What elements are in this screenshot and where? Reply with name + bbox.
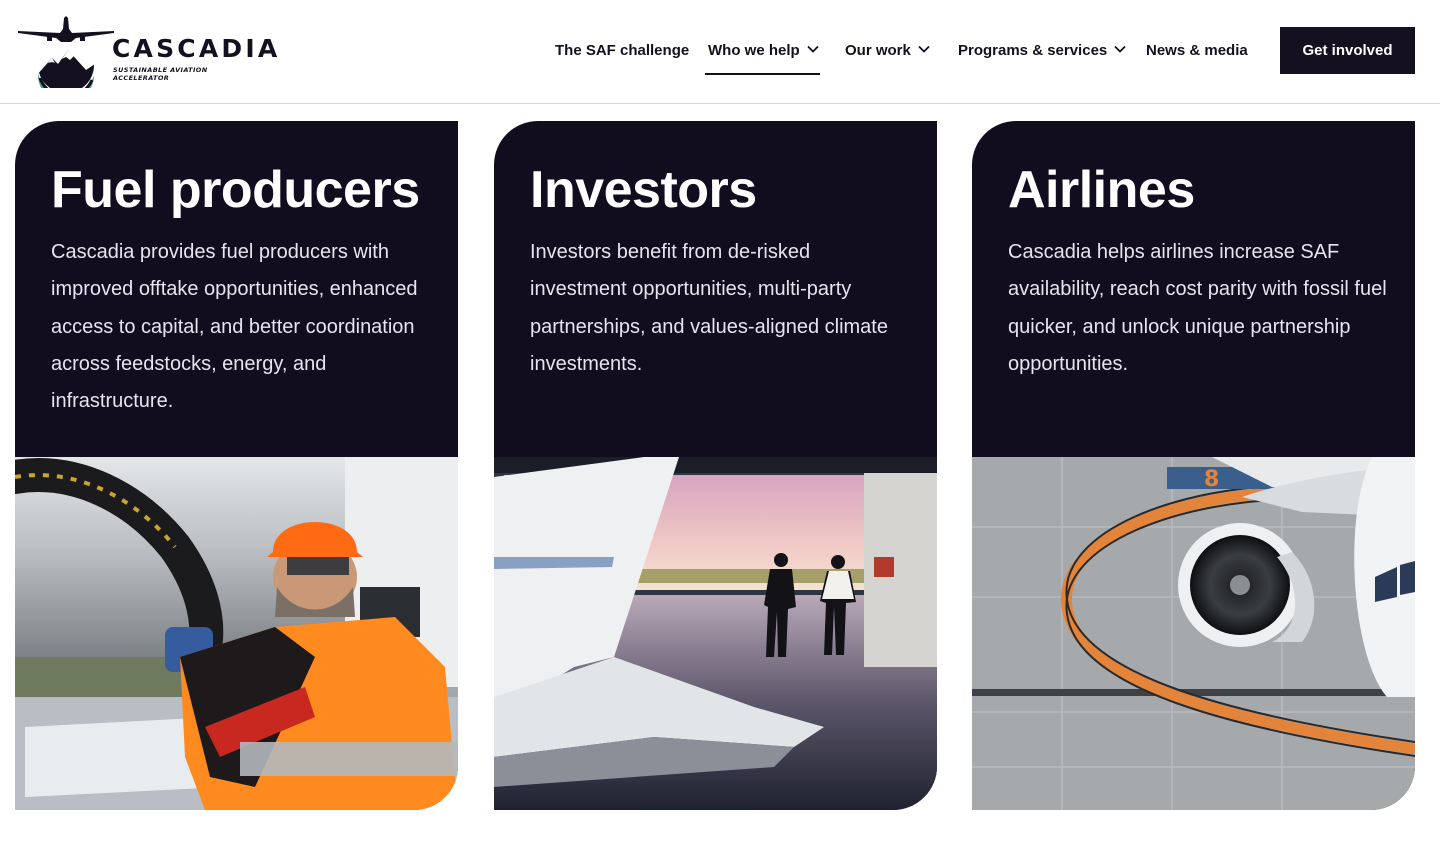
- nav-item-label: The SAF challenge: [555, 42, 690, 59]
- nav-item-our-work[interactable]: Our work: [845, 40, 930, 62]
- card-description: Cascadia helps airlines increase SAF ava…: [1008, 241, 1387, 375]
- nav-item-who-we-help[interactable]: Who we help: [708, 40, 819, 62]
- card-body: Investors Investors benefit from de-risk…: [494, 121, 937, 457]
- active-nav-underline: [705, 73, 820, 75]
- svg-text:8: 8: [1204, 467, 1219, 492]
- nav-item-label: Our work: [845, 42, 911, 59]
- nav-item-label: News & media: [1146, 42, 1248, 59]
- card-fuel-producers[interactable]: Fuel producers Cascadia provides fuel pr…: [15, 121, 458, 810]
- nav-item-label: Who we help: [708, 42, 800, 59]
- nav-item-news-media[interactable]: News & media: [1146, 40, 1248, 62]
- nav-item-label: Programs & services: [958, 42, 1108, 59]
- card-body: Fuel producers Cascadia provides fuel pr…: [15, 121, 458, 457]
- card-title: Fuel producers: [51, 161, 420, 219]
- chevron-down-icon: [1114, 45, 1126, 53]
- chevron-down-icon: [918, 45, 930, 53]
- card-investors[interactable]: Investors Investors benefit from de-risk…: [494, 121, 937, 810]
- nav-item-saf-challenge[interactable]: The SAF challenge: [555, 40, 689, 62]
- site-header: CASCADIA SUSTAINABLE AVIATION ACCELERATO…: [0, 0, 1440, 104]
- card-description: Cascadia provides fuel producers with im…: [51, 241, 418, 413]
- card-description: Investors benefit from de-risked investm…: [530, 241, 888, 375]
- card-airlines[interactable]: Airlines Cascadia helps airlines increas…: [972, 121, 1415, 810]
- card-title: Airlines: [1008, 161, 1195, 219]
- main-nav: The SAF challenge Who we help Our work P…: [0, 0, 1440, 104]
- chevron-down-icon: [807, 45, 819, 53]
- card-body: Airlines Cascadia helps airlines increas…: [972, 121, 1415, 457]
- hangar-silhouettes-photo: [494, 457, 937, 810]
- worker-refueling-photo: [15, 457, 458, 810]
- card-title: Investors: [530, 161, 757, 219]
- jet-engine-tarmac-photo: 8: [972, 457, 1415, 810]
- get-involved-button[interactable]: Get involved: [1280, 27, 1415, 74]
- nav-item-programs-services[interactable]: Programs & services: [958, 40, 1126, 62]
